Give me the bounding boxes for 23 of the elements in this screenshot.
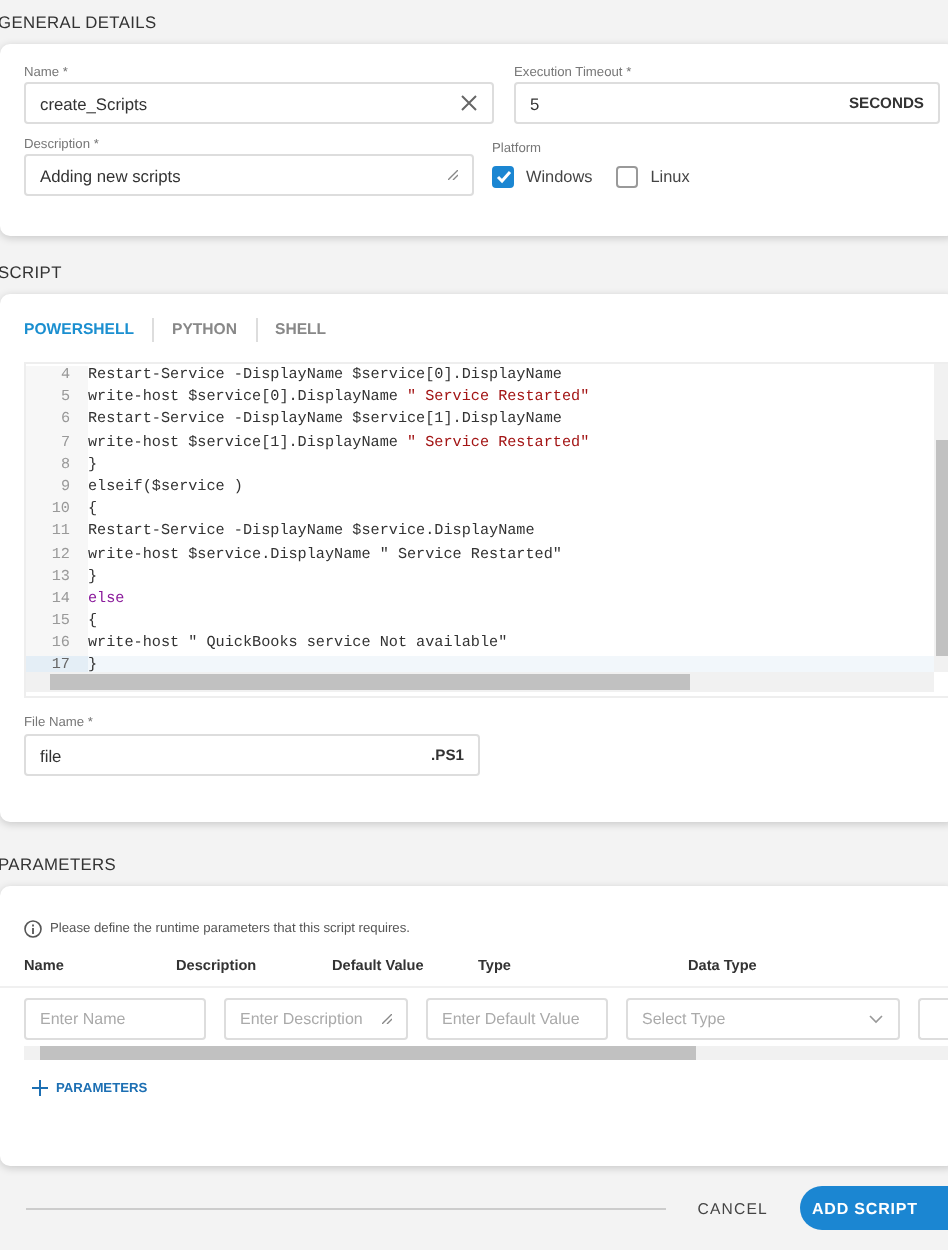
plus-icon [32,1080,48,1096]
type-dropdown[interactable]: Select Type [626,998,900,1040]
checkbox[interactable] [492,166,514,188]
checkbox[interactable] [616,166,639,188]
checkbox-label: Linux [650,168,690,186]
check-icon [495,170,511,184]
vertical-scrollbar[interactable] [934,364,948,672]
horizontal-scrollbar[interactable] [26,672,934,692]
description-field[interactable]: Enter Description [224,998,408,1040]
section-heading: PARAMETERS [0,852,119,878]
chevron-down-icon [868,1014,884,1024]
description-field[interactable]: Adding new scripts [24,154,474,196]
resize-icon [448,170,458,180]
input-field[interactable]: Enter Name [24,998,206,1040]
info-icon [24,920,42,938]
resize-icon [382,1014,392,1024]
horizontal-scrollbar[interactable] [24,1046,948,1060]
input-field[interactable]: Enter Default Value [426,998,608,1040]
clear-icon [460,94,478,112]
checkbox-label: Windows [526,168,593,186]
input-field[interactable] [918,998,948,1040]
add-script-button[interactable]: ADD SCRIPT [800,1186,948,1230]
name-field[interactable]: create_Scripts [24,82,494,124]
